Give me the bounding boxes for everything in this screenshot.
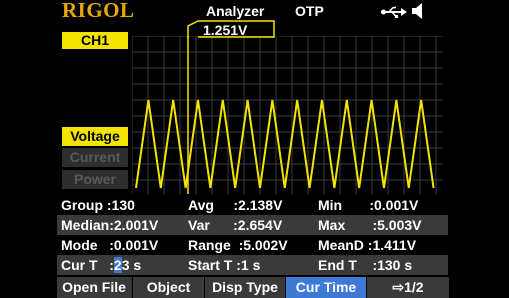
waveform-trace xyxy=(135,99,435,189)
channel-label[interactable]: CH1 xyxy=(62,32,128,49)
waveform-plot[interactable] xyxy=(132,36,443,194)
end-time-value: End T :130 s xyxy=(318,257,413,273)
stats-row: Median:2.001V Var :2.654V Max :5.003V xyxy=(57,215,448,235)
open-file-button[interactable]: Open File xyxy=(57,277,131,298)
otp-status: OTP xyxy=(295,3,324,19)
top-status-bar: RIGOL Analyzer OTP xyxy=(0,0,509,22)
mode-title: Analyzer xyxy=(206,3,265,19)
waveform-line xyxy=(135,99,435,189)
speaker-icon xyxy=(412,3,426,24)
stats-row: Group :130 Avg :2.138V Min :0.001V xyxy=(57,195,448,215)
softkey-menu: Open File Object Disp Type Cur Time ⇨1/2 xyxy=(57,277,449,298)
var-value: Var :2.654V xyxy=(188,217,283,233)
usb-icon xyxy=(381,5,407,23)
stats-row: Mode :0.001V Range :5.002V MeanD :1.411V xyxy=(57,235,448,255)
range-value: Range :5.002V xyxy=(188,237,288,253)
analyzer-screen: RIGOL Analyzer OTP CH1 Voltage Current P… xyxy=(0,0,509,298)
type-current[interactable]: Current xyxy=(62,148,128,167)
min-value: Min :0.001V xyxy=(318,197,419,213)
object-button[interactable]: Object xyxy=(132,277,204,298)
cur-time-unit: 3 s xyxy=(121,257,142,273)
cur-time-edit-digit[interactable]: 2 xyxy=(113,257,122,273)
max-value: Max :5.003V xyxy=(318,217,422,233)
start-time-value: Start T :1 s xyxy=(188,257,261,273)
cur-time-button[interactable]: Cur Time xyxy=(285,277,366,298)
avg-value: Avg :2.138V xyxy=(188,197,283,213)
type-voltage[interactable]: Voltage xyxy=(62,127,128,146)
meand-value: MeanD :1.411V xyxy=(318,237,417,253)
stats-row: Cur T :23 s Start T :1 s End T :130 s xyxy=(57,255,448,275)
cur-time-field[interactable]: Cur T :23 s xyxy=(61,255,141,275)
next-page-button[interactable]: ⇨1/2 xyxy=(366,277,449,298)
cur-time-label: Cur T : xyxy=(61,257,114,273)
statistics-panel: Group :130 Avg :2.138V Min :0.001V Media… xyxy=(57,195,448,277)
type-power[interactable]: Power xyxy=(62,170,128,189)
mode-value: Mode :0.001V xyxy=(61,237,159,253)
cursor-readout-frame xyxy=(187,20,275,38)
disp-type-button[interactable]: Disp Type xyxy=(204,277,285,298)
median-value: Median:2.001V xyxy=(61,217,159,233)
rigol-logo: RIGOL xyxy=(62,0,135,22)
group-value: Group :130 xyxy=(61,197,135,213)
